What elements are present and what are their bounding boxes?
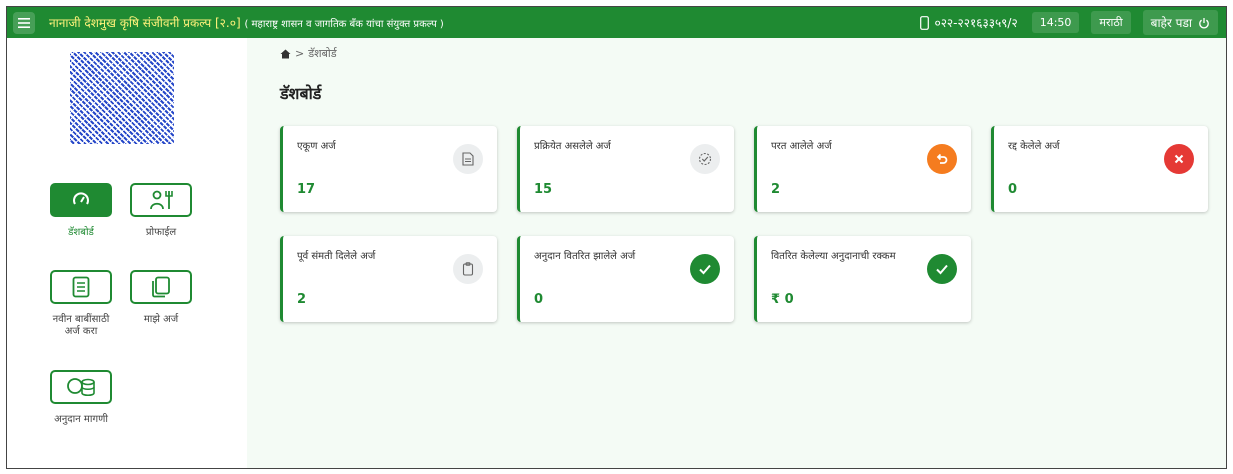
card-label: प्रक्रियेत असलेले अर्ज	[534, 141, 611, 152]
logout-label: बाहेर पडा	[1150, 16, 1192, 30]
card-label: एकूण अर्ज	[297, 141, 336, 152]
stat-card-returned[interactable]: परत आलेले अर्ज 2	[754, 126, 971, 212]
app-title-text: नानाजी देशमुख कृषि संजीवनी प्रकल्प [२.०]	[49, 16, 241, 30]
card-label: वितरित केलेल्या अनुदानाची रक्कम	[771, 251, 896, 262]
return-icon	[927, 144, 957, 174]
clipboard-icon	[453, 254, 483, 284]
document-icon	[453, 144, 483, 174]
check-icon	[690, 254, 720, 284]
subsidy-demand-tile[interactable]	[50, 370, 112, 404]
card-value: 17	[297, 182, 316, 197]
sidebar-item-label: डॅशबोर्ड	[68, 227, 94, 238]
breadcrumb: > डॅशबोर्ड	[280, 46, 337, 61]
card-label: परत आलेले अर्ज	[771, 141, 832, 152]
stat-card-disbursed-amount[interactable]: वितरित केलेल्या अनुदानाची रक्कम ₹ 0	[754, 236, 971, 322]
stat-card-in-process[interactable]: प्रक्रियेत असलेले अर्ज 15	[517, 126, 734, 212]
page-title: डॅशबोर्ड	[280, 84, 322, 103]
app-title: नानाजी देशमुख कृषि संजीवनी प्रकल्प [२.०]…	[49, 14, 444, 31]
hamburger-icon	[18, 17, 30, 28]
sidebar-item-label: माझे अर्ज	[143, 314, 179, 325]
top-right-controls: ०२२-२२१६३३५९/२ 14:50 मराठी बाहेर पडा	[920, 7, 1226, 38]
logout-button[interactable]: बाहेर पडा	[1142, 10, 1218, 35]
documents-icon	[152, 276, 170, 298]
language-selector[interactable]: मराठी	[1091, 11, 1131, 34]
card-value: 0	[1008, 182, 1018, 197]
home-icon[interactable]	[280, 49, 291, 59]
checklist-icon	[72, 276, 90, 298]
stat-card-cancelled[interactable]: रद्द केलेले अर्ज 0	[991, 126, 1208, 212]
sidebar-item-label: नवीन बाबींसाठी अर्ज करा	[52, 314, 110, 337]
card-value: 2	[771, 182, 781, 197]
top-bar: नानाजी देशमुख कृषि संजीवनी प्रकल्प [२.०]…	[7, 7, 1226, 38]
in-progress-icon	[690, 144, 720, 174]
app-subtitle: ( महाराष्ट्र शासन व जागतिक बँक यांचा संय…	[244, 19, 444, 30]
sidebar: डॅशबोर्ड प्रोफाईल नवीन बाबींसाठी अर्ज कर…	[7, 38, 247, 468]
power-icon	[1199, 17, 1209, 28]
card-label: रद्द केलेले अर्ज	[1008, 141, 1060, 152]
sidebar-item-label: अनुदान मागणी	[54, 414, 108, 425]
sidebar-item-dashboard[interactable]: डॅशबोर्ड	[45, 183, 117, 239]
stat-card-total-applications[interactable]: एकूण अर्ज 17	[280, 126, 497, 212]
new-application-tile[interactable]	[50, 270, 112, 304]
breadcrumb-current: डॅशबोर्ड	[308, 47, 337, 60]
card-value: ₹ 0	[771, 292, 794, 307]
breadcrumb-separator: >	[295, 47, 305, 60]
dashboard-tile[interactable]	[50, 183, 112, 217]
sidebar-item-label: प्रोफाईल	[145, 227, 177, 238]
app-frame: नानाजी देशमुख कृषि संजीवनी प्रकल्प [२.०]…	[6, 6, 1227, 469]
check-icon	[927, 254, 957, 284]
sidebar-item-profile[interactable]: प्रोफाईल	[125, 183, 197, 239]
farmer-profile-icon	[150, 190, 173, 210]
mobile-phone-icon	[920, 15, 930, 30]
coins-icon	[67, 378, 95, 397]
helpline: ०२२-२२१६३३५९/२	[920, 14, 1018, 31]
card-value: 2	[297, 292, 307, 307]
sidebar-item-new-application[interactable]: नवीन बाबींसाठी अर्ज करा	[45, 270, 117, 338]
card-value: 15	[534, 182, 553, 197]
my-applications-tile[interactable]	[130, 270, 192, 304]
sidebar-item-my-applications[interactable]: माझे अर्ज	[125, 270, 197, 326]
hamburger-menu-button[interactable]	[13, 11, 35, 34]
cancel-icon	[1164, 144, 1194, 174]
qr-code-image	[70, 52, 174, 144]
card-label: पूर्व संमती दिलेले अर्ज	[297, 251, 376, 262]
stat-card-subsidy-disbursed[interactable]: अनुदान वितरित झालेले अर्ज 0	[517, 236, 734, 322]
clock: 14:50	[1031, 12, 1080, 33]
sidebar-item-subsidy-demand[interactable]: अनुदान मागणी	[45, 370, 117, 426]
profile-tile[interactable]	[130, 183, 192, 217]
stat-card-pre-approval[interactable]: पूर्व संमती दिलेले अर्ज 2	[280, 236, 497, 322]
main-content: > डॅशबोर्ड डॅशबोर्ड एकूण अर्ज 17 प्रक्रि…	[247, 38, 1226, 468]
card-value: 0	[534, 292, 544, 307]
card-label: अनुदान वितरित झालेले अर्ज	[534, 251, 636, 262]
speedometer-icon	[73, 192, 89, 205]
helpline-number: ०२२-२२१६३३५९/२	[934, 16, 1018, 30]
